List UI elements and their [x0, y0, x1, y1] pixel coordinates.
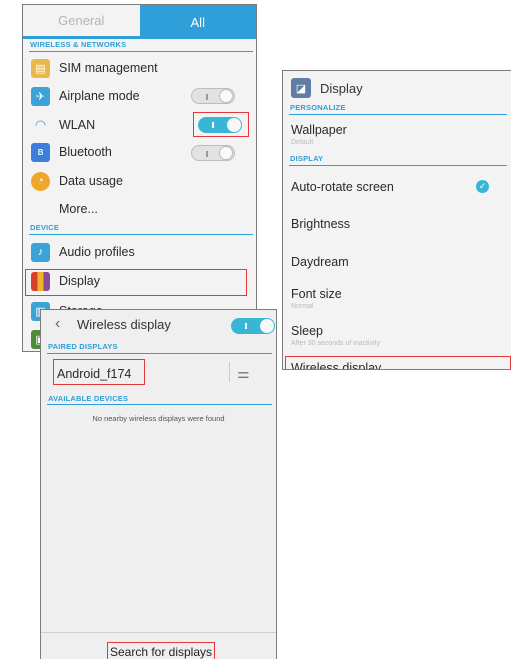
item-label: Data usage — [59, 174, 123, 188]
divider — [41, 632, 276, 633]
auto-rotate-item[interactable]: Auto-rotate screen — [291, 180, 394, 194]
sidebar-item-wlan[interactable]: ◠ WLAN — [31, 113, 95, 137]
sidebar-item-airplane-mode[interactable]: ✈ Airplane mode — [31, 84, 140, 108]
wireless-display-header: ‹ Wireless display — [41, 310, 276, 340]
font-size-sub: Normal — [291, 303, 314, 310]
bluetooth-toggle[interactable] — [191, 145, 235, 161]
brightness-item[interactable]: Brightness — [291, 217, 350, 231]
divider — [229, 362, 230, 382]
item-label: Airplane mode — [59, 89, 140, 103]
section-header-display: DISPLAY — [290, 154, 324, 163]
sim-icon: ▤ — [31, 58, 50, 78]
wallpaper-item[interactable]: Wallpaper — [291, 123, 347, 137]
sidebar-item-data-usage[interactable]: ◔ Data usage — [31, 169, 123, 193]
section-header-personalize: PERSONALIZE — [290, 103, 346, 112]
settings-sliders-icon[interactable]: ⚌ — [237, 365, 250, 382]
divider — [289, 165, 507, 166]
divider — [29, 234, 253, 235]
sidebar-item-more[interactable]: More... — [59, 197, 98, 221]
section-header-paired: PAIRED DISPLAYS — [48, 342, 118, 351]
item-label: SIM management — [59, 61, 158, 75]
tab-all[interactable]: All — [139, 5, 256, 39]
paired-device-highlight — [53, 359, 145, 385]
section-header-wireless: WIRELESS & NETWORKS — [30, 40, 127, 49]
tab-general[interactable]: General — [23, 5, 140, 39]
settings-panel: General All WIRELESS & NETWORKS ▤ SIM ma… — [22, 4, 257, 352]
item-label: Audio profiles — [59, 245, 135, 259]
bluetooth-icon: ʙ — [31, 142, 50, 162]
sleep-sub: After 30 seconds of inactivity — [291, 340, 381, 347]
page-title: Display — [320, 80, 363, 96]
divider — [29, 51, 253, 52]
audio-icon: ♪ — [31, 242, 50, 262]
font-size-item[interactable]: Font size — [291, 287, 342, 301]
back-chevron-icon[interactable]: ‹ — [55, 315, 60, 333]
wlan-toggle-highlight — [193, 112, 249, 137]
wireless-display-panel: ‹ Wireless display PAIRED DISPLAYS Andro… — [40, 309, 277, 659]
section-header-device: DEVICE — [30, 223, 60, 232]
item-label: More... — [59, 202, 98, 216]
airplane-icon: ✈ — [31, 86, 50, 106]
page-title: Wireless display — [77, 317, 171, 332]
display-header: ◪ Display — [291, 76, 363, 100]
sleep-item[interactable]: Sleep — [291, 324, 323, 338]
settings-tabs: General All — [23, 5, 256, 39]
display-panel: ◪ Display PERSONALIZE Wallpaper Default … — [282, 70, 511, 370]
wireless-display-toggle[interactable] — [231, 318, 275, 334]
section-header-available: AVAILABLE DEVICES — [48, 394, 129, 403]
divider — [47, 404, 272, 405]
airplane-mode-toggle[interactable] — [191, 88, 235, 104]
sidebar-item-sim-management[interactable]: ▤ SIM management — [31, 56, 158, 80]
wallpaper-sub: Default — [291, 139, 314, 146]
auto-rotate-checkbox[interactable]: ✓ — [476, 180, 489, 193]
empty-message: No nearby wireless displays were found — [92, 414, 225, 423]
display-item-highlight — [25, 269, 247, 296]
divider — [289, 114, 507, 115]
sidebar-item-audio-profiles[interactable]: ♪ Audio profiles — [31, 240, 135, 264]
wireless-display-highlight — [285, 356, 511, 369]
data-usage-icon: ◔ — [31, 171, 50, 191]
divider — [47, 353, 272, 354]
daydream-item[interactable]: Daydream — [291, 255, 349, 269]
item-label: WLAN — [59, 118, 96, 132]
wifi-icon: ◠ — [34, 117, 47, 132]
display-settings-icon: ◪ — [291, 78, 311, 98]
item-label: Bluetooth — [59, 145, 112, 159]
sidebar-item-bluetooth[interactable]: ʙ Bluetooth — [31, 140, 112, 164]
search-button-highlight — [107, 642, 215, 659]
